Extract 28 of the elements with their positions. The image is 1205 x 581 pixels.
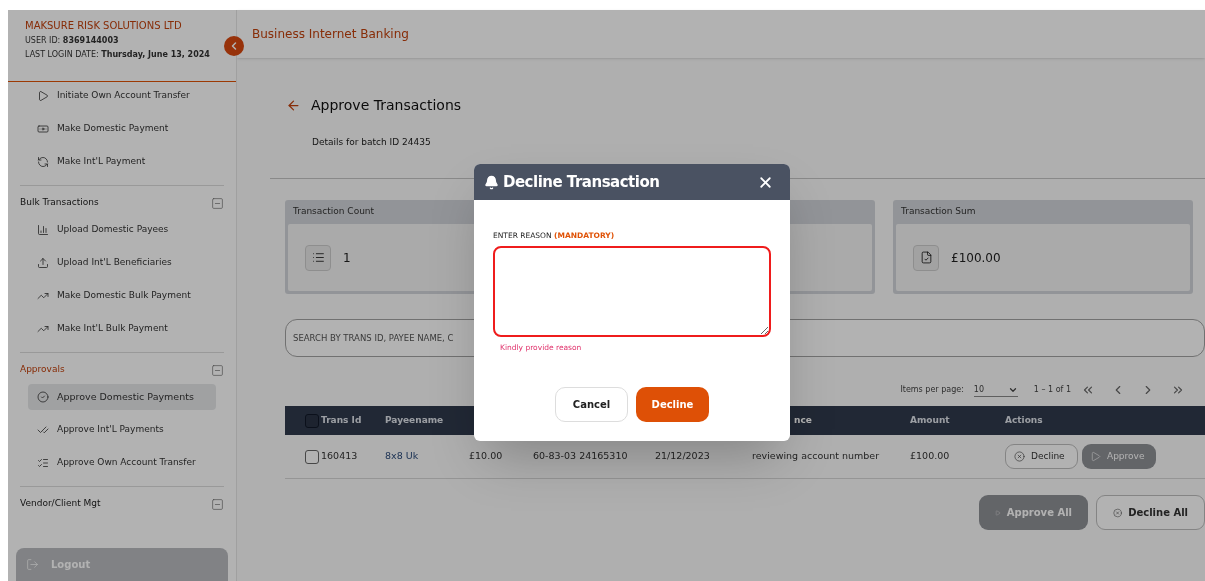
table-cell: reviewing account number bbox=[752, 449, 880, 464]
section-title: Bulk Transactions bbox=[20, 196, 99, 210]
page-size-label: Items per page: bbox=[900, 384, 964, 396]
card-value: £100.00 bbox=[951, 249, 1001, 267]
card-title: Transaction Count bbox=[293, 205, 375, 219]
page-subtitle: Details for batch ID 24435 bbox=[312, 137, 431, 147]
card-value: 1 bbox=[343, 249, 351, 267]
page-title: Approve Transactions bbox=[311, 96, 462, 115]
column-header: Actions bbox=[1005, 413, 1043, 427]
table-cell: £10.00 bbox=[469, 449, 503, 464]
section-title: Vendor/Client Mgt bbox=[20, 497, 101, 511]
table-cell: 60-83-03 24165310 bbox=[533, 449, 628, 464]
table-cell: 21/12/2023 bbox=[655, 449, 710, 464]
table-cell: 8x8 Uk bbox=[385, 449, 419, 464]
app-title: Business Internet Banking bbox=[252, 27, 409, 41]
last-login: LAST LOGIN DATE: Thursday, June 13, 2024 bbox=[25, 49, 211, 61]
column-header: Amount bbox=[910, 413, 950, 427]
table-cell: £100.00 bbox=[910, 449, 950, 464]
company-name: MAKSURE RISK SOLUTIONS LTD bbox=[25, 19, 183, 33]
column-header: Trans Id bbox=[321, 413, 362, 427]
table-cell: 160413 bbox=[321, 449, 358, 464]
card-title: Transaction Sum bbox=[901, 205, 976, 219]
column-header: Payeename bbox=[385, 413, 444, 427]
section-title: Approvals bbox=[20, 363, 65, 377]
column-header: nce bbox=[794, 413, 812, 427]
page-range: 1 – 1 of 1 bbox=[1033, 384, 1071, 396]
user-id: USER ID: 8369144003 bbox=[25, 35, 120, 47]
dialog-title: Decline Transaction bbox=[503, 171, 660, 193]
